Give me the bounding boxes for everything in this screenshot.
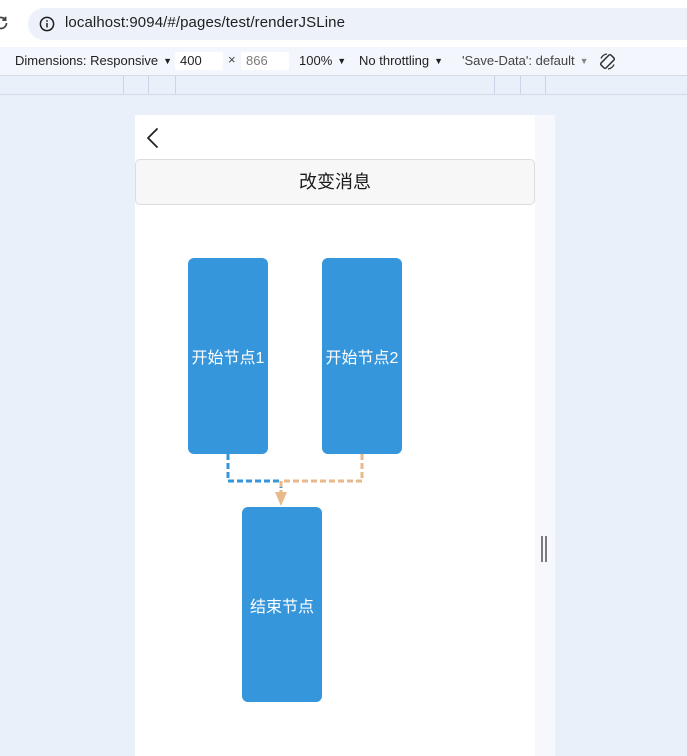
connector-start2-to-end <box>279 454 364 493</box>
width-input[interactable]: 400 <box>175 52 223 70</box>
browser-address-bar: localhost:9094/#/pages/test/renderJSLine <box>0 0 687 47</box>
start-node-1[interactable]: 开始节点1 <box>188 258 268 454</box>
times-symbol: × <box>228 52 236 67</box>
url-text: localhost:9094/#/pages/test/renderJSLine <box>65 14 346 31</box>
caret-down-icon: ▼ <box>579 56 589 66</box>
zoom-dropdown[interactable]: 100% ▼ <box>299 53 346 68</box>
viewport-scroll-track <box>535 115 555 756</box>
reload-icon[interactable] <box>0 14 10 32</box>
dimensions-dropdown[interactable]: Dimensions: Responsive ▼ <box>15 53 172 68</box>
throttling-dropdown[interactable]: No throttling ▼ <box>359 53 443 68</box>
caret-down-icon: ▼ <box>163 56 172 66</box>
save-data-dropdown[interactable]: 'Save-Data': default ▼ <box>462 53 589 68</box>
info-icon[interactable] <box>39 16 55 32</box>
page-viewport: 改变消息 开始节点1 开始节点2 结束节点 <box>135 115 535 756</box>
media-query-ruler <box>0 76 687 95</box>
caret-down-icon: ▼ <box>434 56 444 66</box>
rotate-icon[interactable] <box>598 52 617 71</box>
url-field[interactable]: localhost:9094/#/pages/test/renderJSLine <box>28 8 687 40</box>
height-input[interactable]: 866 <box>241 52 289 70</box>
resize-handle[interactable] <box>541 536 547 562</box>
start-node-2[interactable]: 开始节点2 <box>322 258 402 454</box>
end-node[interactable]: 结束节点 <box>242 507 322 702</box>
device-toolbar: Dimensions: Responsive ▼ 400 × 866 100% ▼ … <box>0 47 687 76</box>
connector-start1-to-end <box>226 454 283 493</box>
arrow-down-icon <box>275 492 287 506</box>
caret-down-icon: ▼ <box>337 56 347 66</box>
